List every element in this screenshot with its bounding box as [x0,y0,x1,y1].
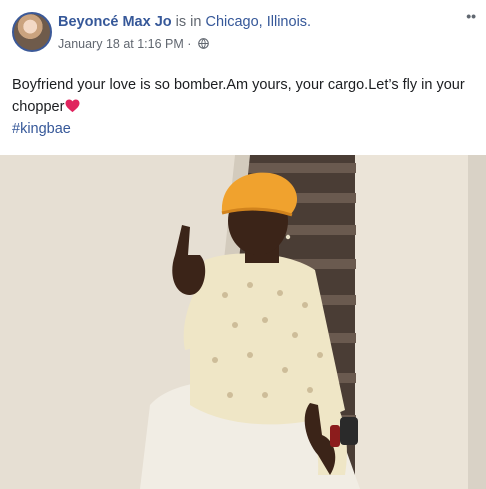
author-name[interactable]: Beyoncé Max Jo [58,14,172,30]
author-avatar[interactable] [12,12,52,52]
post-text-line1: Boyfriend your love is so bomber.Am your… [12,77,465,93]
facebook-post: Beyoncé Max Jo is in Chicago, Illinois. … [0,0,486,489]
location-link[interactable]: Chicago, Illinois. [205,14,311,30]
post-text-line2: chopper [12,99,65,115]
post-meta: January 18 at 1:16 PM · [58,37,209,51]
post-photo[interactable] [0,155,486,489]
more-options-icon[interactable]: •• [466,8,476,24]
photo-illustration [0,155,486,489]
hashtag-link[interactable]: #kingbae [12,118,472,140]
red-heart-icon [65,99,80,113]
meta-separator: · [183,37,195,51]
location-prefix: is in [171,14,206,30]
post-text: Boyfriend your love is so bomber.Am your… [12,74,472,140]
author-line: Beyoncé Max Jo is in Chicago, Illinois. [58,14,311,30]
globe-icon[interactable] [198,38,209,49]
post-timestamp[interactable]: January 18 at 1:16 PM [58,37,184,51]
